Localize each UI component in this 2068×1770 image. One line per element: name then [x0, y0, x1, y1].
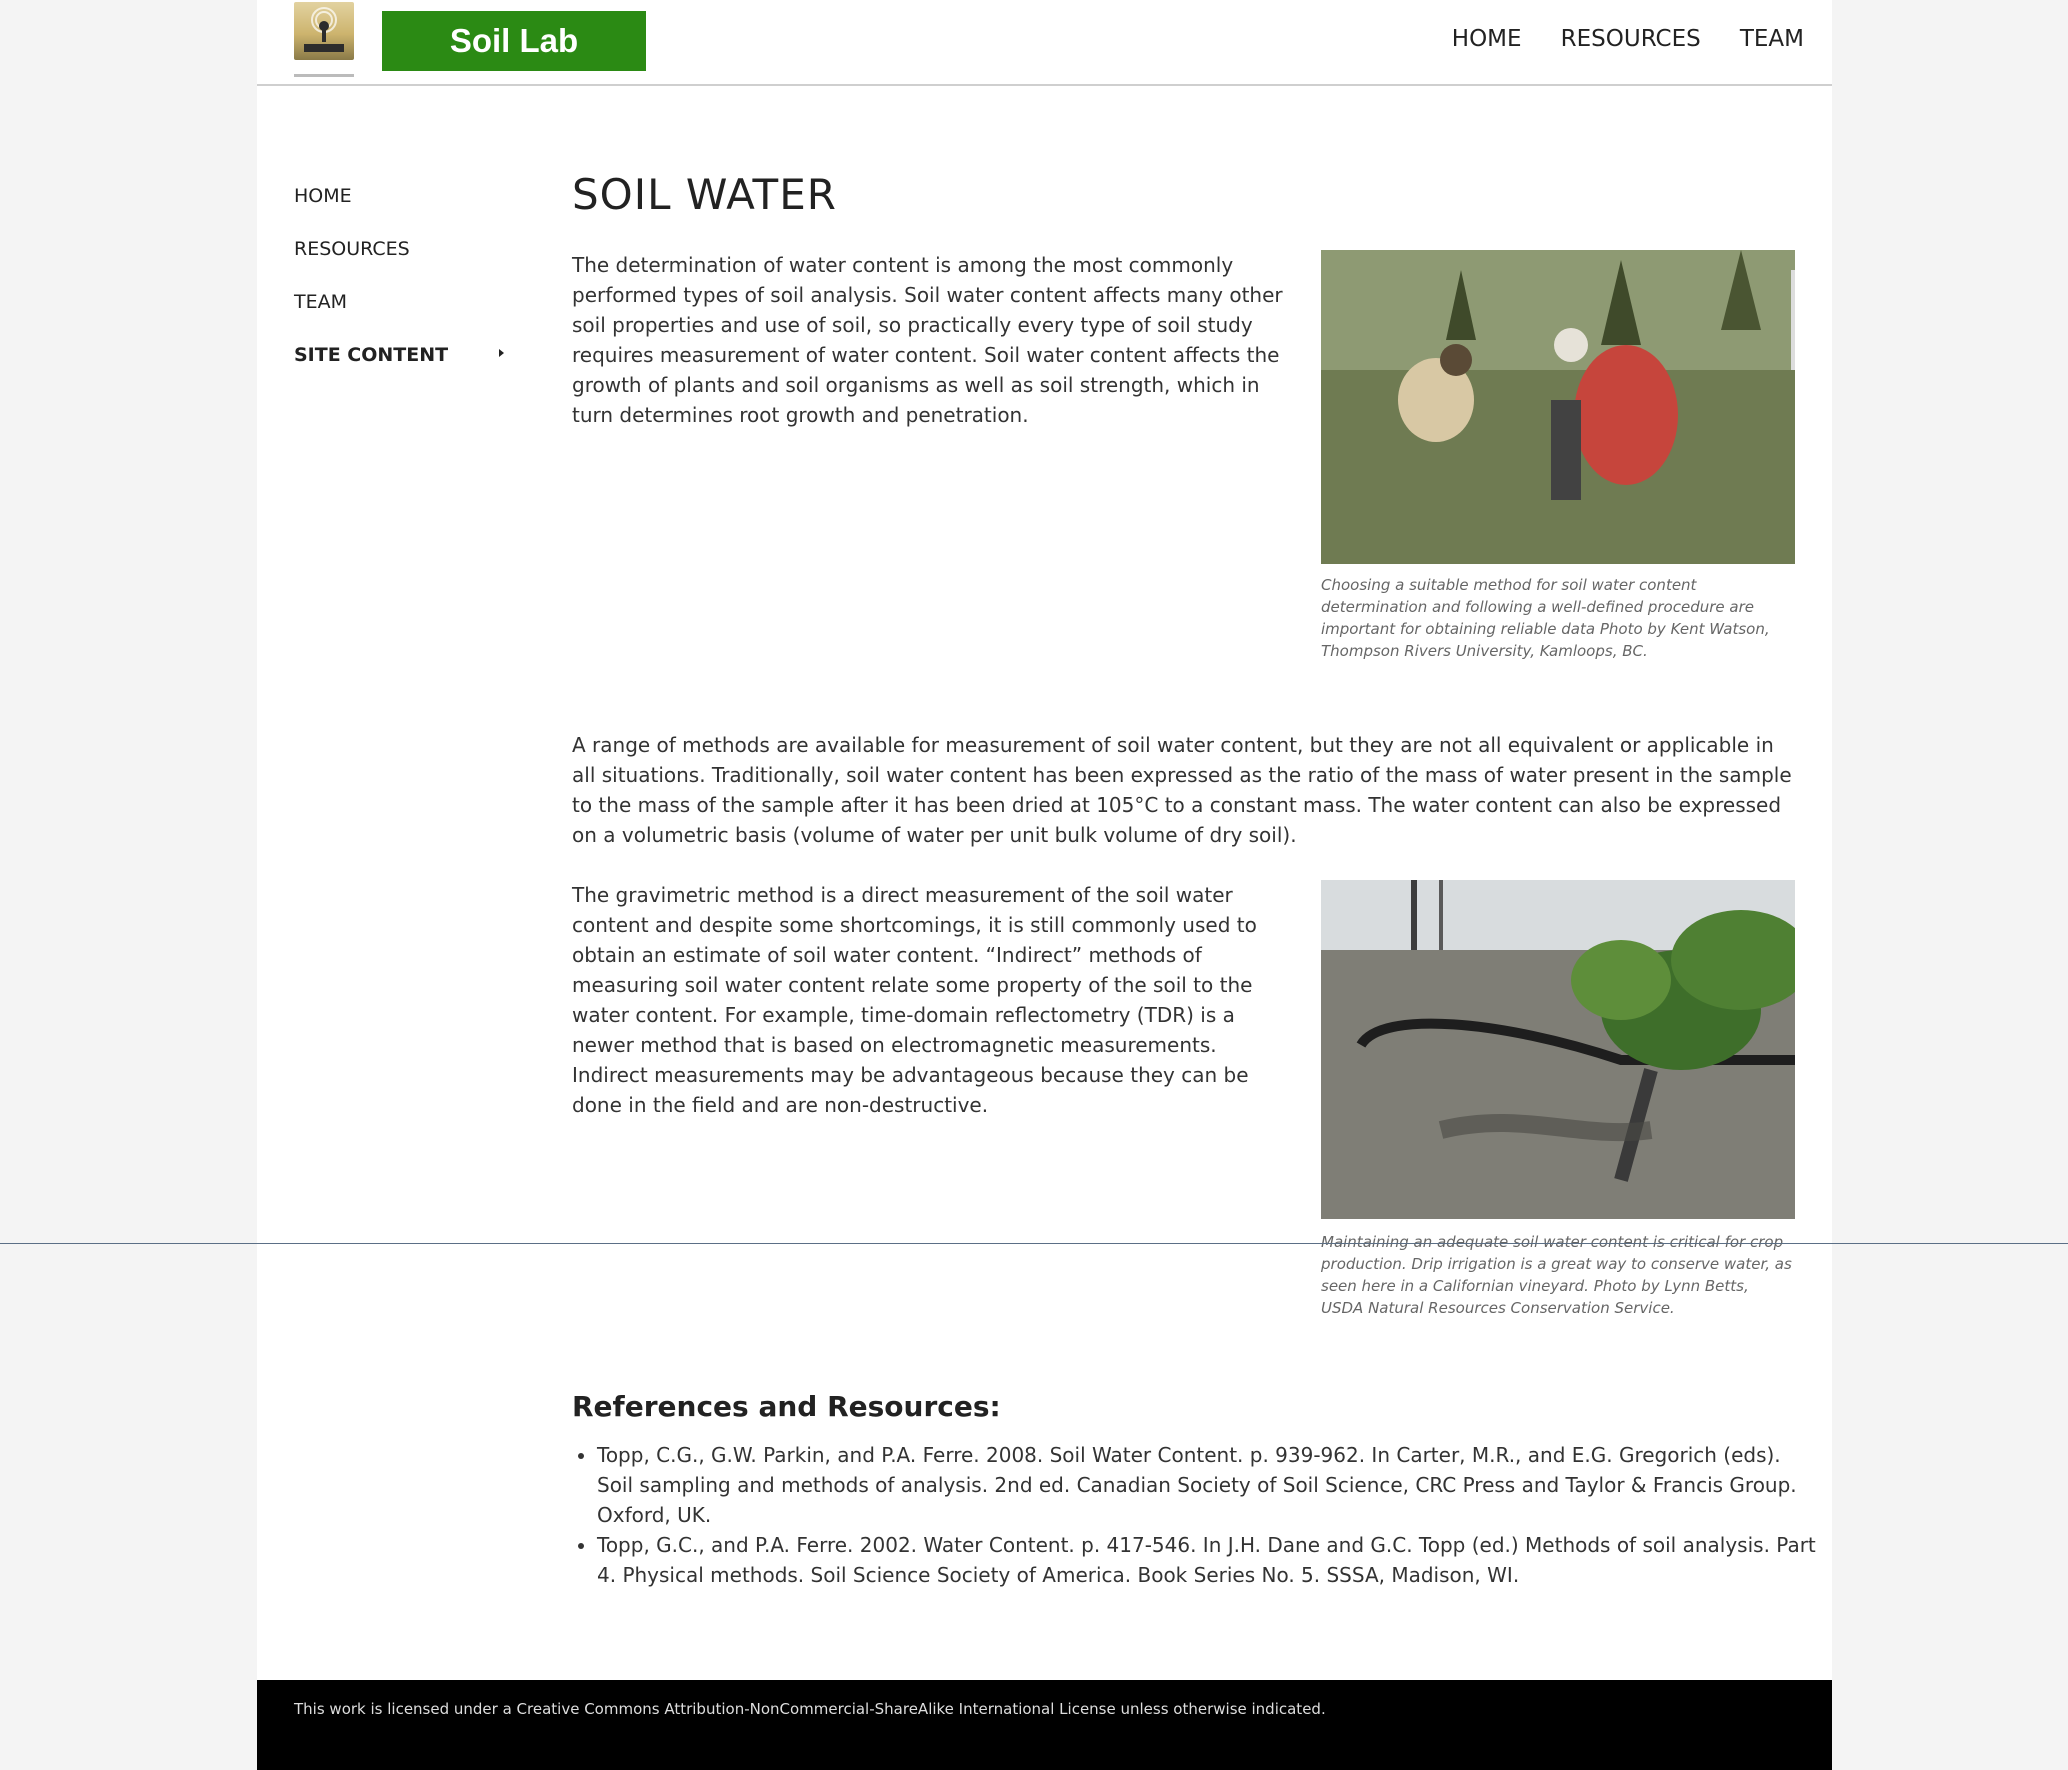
- top-nav-team[interactable]: TEAM: [1740, 26, 1804, 52]
- gravimetric-paragraph: The gravimetric method is a direct measu…: [572, 883, 1257, 1117]
- photo-caption-1: Choosing a suitable method for soil wate…: [1321, 576, 1770, 660]
- sidebar-item-site-content[interactable]: SITE CONTENT: [294, 344, 504, 366]
- logo-caption: [294, 74, 354, 77]
- field-sampling-photo: [1321, 250, 1795, 564]
- sidebar-item-resources[interactable]: RESOURCES: [294, 238, 504, 260]
- drip-irrigation-photo: [1321, 880, 1795, 1219]
- brand-title[interactable]: Soil Lab Modules: [382, 11, 646, 119]
- reference-item: Topp, G.C., and P.A. Ferre. 2002. Water …: [597, 1530, 1819, 1590]
- references-list: Topp, C.G., G.W. Parkin, and P.A. Ferre.…: [572, 1440, 1819, 1590]
- sidebar-item-label: SITE CONTENT: [294, 344, 449, 366]
- reference-item: Topp, C.G., G.W. Parkin, and P.A. Ferre.…: [597, 1440, 1819, 1530]
- references-title: References and Resources:: [572, 1390, 1001, 1423]
- top-nav-home[interactable]: HOME: [1452, 26, 1522, 52]
- horizontal-rule: [0, 1243, 2068, 1244]
- photo-caption-2: Maintaining an adequate soil water conte…: [1321, 1233, 1792, 1317]
- site-logo-icon[interactable]: [294, 2, 354, 60]
- site-footer: This work is licensed under a Creative C…: [257, 1680, 1832, 1770]
- license-text: This work is licensed under a Creative C…: [294, 1700, 1326, 1718]
- top-nav: HOME RESOURCES TEAM: [1452, 26, 1804, 52]
- sidebar-item-home[interactable]: HOME: [294, 185, 504, 207]
- sidebar-item-team[interactable]: TEAM: [294, 291, 504, 313]
- site-header: Soil Lab Modules HOME RESOURCES TEAM: [257, 0, 1832, 119]
- sidebar: HOME RESOURCES TEAM SITE CONTENT: [294, 185, 504, 397]
- methods-paragraph: A range of methods are available for mea…: [572, 733, 1792, 847]
- top-nav-resources[interactable]: RESOURCES: [1561, 26, 1701, 52]
- intro-paragraph: The determination of water content is am…: [572, 253, 1283, 427]
- page-title: SOIL WATER: [572, 170, 837, 219]
- caret-right-icon[interactable]: [499, 349, 504, 357]
